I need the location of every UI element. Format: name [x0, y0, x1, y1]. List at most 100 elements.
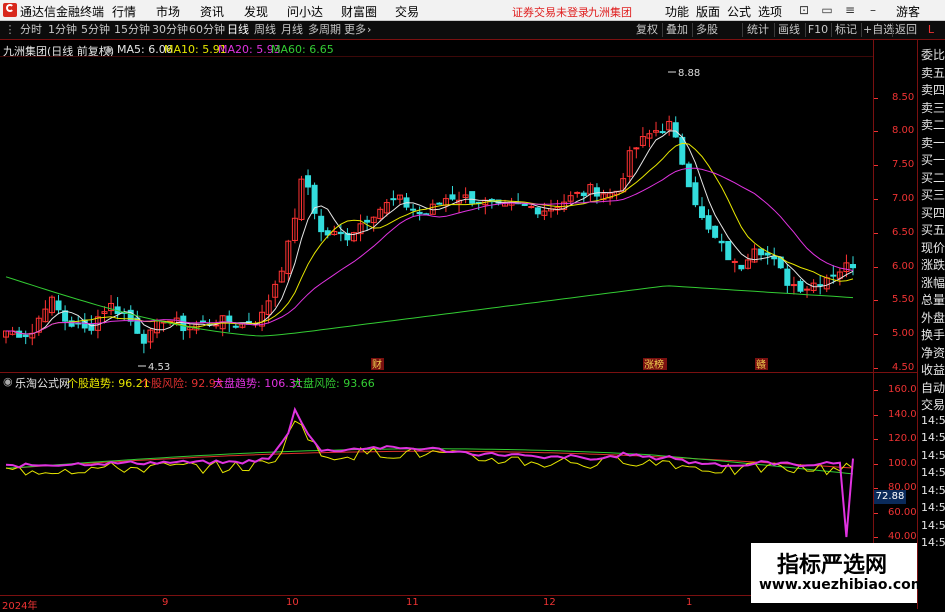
period-toolbar: ⋮ 分时 1分钟 5分钟 15分钟 30分钟 60分钟 日线 周线 月线 多周期…	[0, 21, 945, 40]
window-icon[interactable]: ▭	[818, 2, 836, 18]
minimize-icon[interactable]: –	[864, 2, 882, 18]
side-panel-item[interactable]: 14:50	[921, 484, 945, 497]
ma-toggle-icon[interactable]: ◉	[104, 43, 114, 56]
side-panel-item[interactable]: 买三	[921, 186, 945, 203]
side-panel-item[interactable]: 自动	[921, 379, 945, 396]
side-panel-item[interactable]: 14:50	[921, 449, 945, 462]
candle-body	[817, 284, 824, 287]
menu-trade[interactable]: 交易	[395, 3, 419, 20]
event-marker[interactable]: 财	[372, 358, 382, 371]
side-panel-item[interactable]: 买四	[921, 204, 945, 221]
menu-market[interactable]: 市场	[156, 3, 180, 20]
expand-icon[interactable]: ⋮	[4, 22, 16, 38]
menu-icon[interactable]: ≡	[841, 2, 859, 18]
price-tick	[874, 266, 878, 268]
side-panel-item[interactable]: 交易	[921, 396, 945, 413]
price-tick	[874, 300, 878, 302]
period-5min[interactable]: 5分钟	[81, 22, 110, 38]
multi-stock-button[interactable]: 多股	[694, 22, 720, 38]
menu-discover[interactable]: 发现	[244, 3, 268, 20]
side-panel-item[interactable]: 净资	[921, 344, 945, 361]
skin-icon[interactable]: ⊡	[795, 2, 813, 18]
menu-function[interactable]: 功能	[665, 3, 689, 20]
current-value-box: 72.88	[874, 489, 906, 504]
toolbar-separator	[831, 23, 832, 37]
side-panel-item[interactable]: 委比	[921, 46, 945, 63]
period-weekly[interactable]: 周线	[254, 22, 276, 38]
draw-line-button[interactable]: 画线	[776, 22, 802, 38]
back-button[interactable]: 返回	[893, 22, 919, 38]
side-panel-item[interactable]: 涨跌	[921, 256, 945, 273]
period-monthly[interactable]: 月线	[281, 22, 303, 38]
period-1min[interactable]: 1分钟	[48, 22, 77, 38]
period-15min[interactable]: 15分钟	[114, 22, 150, 38]
candle-body	[436, 202, 443, 205]
side-panel-item[interactable]: 总量	[921, 291, 945, 308]
candle-body	[725, 240, 732, 261]
period-daily[interactable]: 日线	[227, 22, 249, 38]
period-30min[interactable]: 30分钟	[152, 22, 188, 38]
app-logo-mark	[6, 4, 14, 12]
candlestick-chart[interactable]: 8.88 4.53 财 涨榜 赣	[0, 56, 873, 372]
side-panel-item[interactable]: 14:50	[921, 501, 945, 514]
period-60min[interactable]: 60分钟	[189, 22, 225, 38]
side-panel-item[interactable]: 收益	[921, 361, 945, 378]
period-more[interactable]: 更多	[344, 22, 366, 38]
side-panel-item[interactable]: 卖二	[921, 116, 945, 133]
stats-button[interactable]: 统计	[745, 22, 771, 38]
side-panel-item[interactable]: 14:50	[921, 414, 945, 427]
menu-layout[interactable]: 版面	[696, 3, 720, 20]
side-panel-item[interactable]: 卖一	[921, 134, 945, 151]
pane-divider	[0, 372, 917, 373]
high-price-label: 8.88	[678, 68, 700, 79]
login-notice[interactable]: 证券交易未登录	[512, 4, 589, 20]
side-panel-item[interactable]: 14:50	[921, 431, 945, 444]
more-arrow-icon[interactable]: ›	[367, 22, 371, 38]
side-panel-item[interactable]: 外盘	[921, 309, 945, 326]
price-tick	[874, 165, 878, 167]
date-label-sep: 9	[162, 597, 169, 608]
menu-formula[interactable]: 公式	[727, 3, 751, 20]
menu-news[interactable]: 资讯	[200, 3, 224, 20]
price-tick-label: 6.00	[892, 260, 915, 272]
side-panel-item[interactable]: 14:50	[921, 536, 945, 549]
user-label[interactable]: 游客	[896, 3, 920, 20]
indicator-toggle-icon[interactable]: ◉	[3, 375, 13, 388]
date-label-2024: 2024年	[2, 601, 38, 612]
period-multi[interactable]: 多周期	[308, 22, 341, 38]
indicator-tick	[874, 414, 878, 416]
indicator-chart[interactable]	[0, 388, 873, 595]
candle-body	[692, 182, 699, 206]
event-marker[interactable]: 涨榜	[644, 358, 664, 371]
menu-ask[interactable]: 问小达	[287, 3, 323, 20]
side-panel-item[interactable]: 卖五	[921, 64, 945, 81]
menu-quotes[interactable]: 行情	[112, 3, 136, 20]
price-tick-label: 5.00	[892, 328, 915, 340]
candle-body	[390, 198, 397, 201]
candle-body	[521, 203, 528, 206]
adjust-button[interactable]: 复权	[634, 22, 660, 38]
l2-icon[interactable]: L	[922, 22, 940, 38]
ma5-line	[6, 130, 854, 335]
period-timeshare[interactable]: 分时	[20, 22, 42, 38]
side-panel-item[interactable]: 买二	[921, 169, 945, 186]
side-panel-item[interactable]: 换手	[921, 326, 945, 343]
side-panel-item[interactable]: 涨幅	[921, 274, 945, 291]
side-panel-item[interactable]: 14:50	[921, 466, 945, 479]
f10-button[interactable]: F10	[807, 22, 829, 38]
candle-body	[790, 284, 797, 287]
side-panel-item[interactable]: 买五	[921, 221, 945, 238]
side-panel-item[interactable]: 买一	[921, 151, 945, 168]
ma60-line	[5, 276, 854, 337]
add-watchlist-button[interactable]: +自选	[863, 22, 894, 38]
side-panel-item[interactable]: 现价	[921, 239, 945, 256]
event-marker[interactable]: 赣	[756, 358, 766, 371]
menu-options[interactable]: 选项	[758, 3, 782, 20]
side-panel-item[interactable]: 14:50	[921, 519, 945, 532]
overlay-button[interactable]: 叠加	[664, 22, 690, 38]
candle-body	[672, 122, 679, 138]
menu-wealth[interactable]: 财富圈	[341, 3, 377, 20]
side-panel-item[interactable]: 卖三	[921, 99, 945, 116]
side-panel-item[interactable]: 卖四	[921, 81, 945, 98]
mark-button[interactable]: 标记	[833, 22, 859, 38]
